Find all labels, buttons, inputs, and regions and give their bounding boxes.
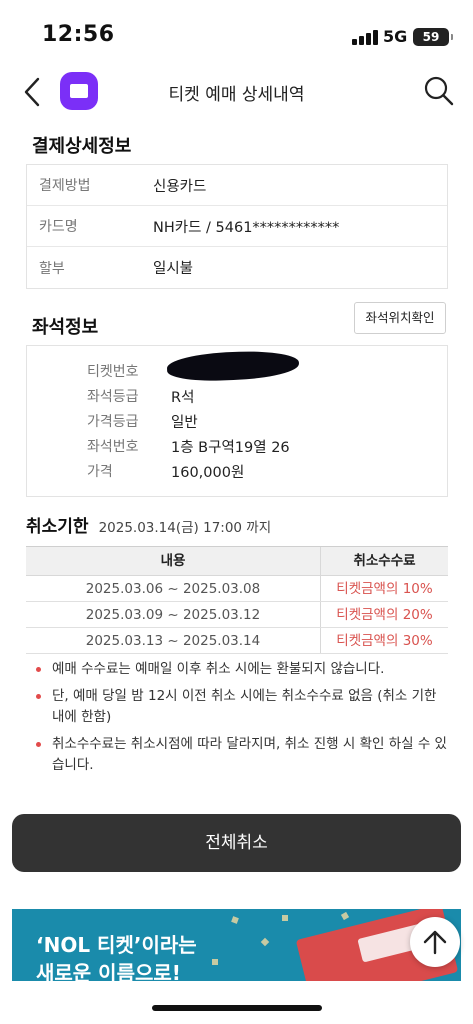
seat-row-price: 가격 160,000원 [27,459,244,483]
scroll-to-top-button[interactable] [410,917,460,967]
fee-table-header: 내용 취소수수료 [26,547,448,576]
payment-row-method: 결제방법 신용카드 [27,165,447,206]
fee-amount: 티켓금액의 20% [336,607,433,623]
seat-value: 일반 [171,414,198,431]
seat-row-ticket-number: 티켓번호 [27,359,171,383]
status-bar: 12:56 5G 59 [0,0,473,64]
fee-header-fee: 취소수수료 [353,553,416,569]
fee-period: 2025.03.09 ~ 2025.03.12 [26,602,321,627]
list-item: 예매 수수료는 예매일 이후 취소 시에는 환불되지 않습니다. [36,659,448,680]
list-item: 단, 예매 당일 밤 12시 이전 취소 시에는 취소수수료 없음 (취소 기한… [36,686,448,728]
seat-value: R석 [171,389,195,406]
list-item: 취소수수료는 취소시점에 따라 달라지며, 취소 진행 시 확인 하실 수 있습… [36,734,448,776]
fee-period: 2025.03.13 ~ 2025.03.14 [26,628,321,653]
fee-amount: 티켓금액의 30% [336,633,433,649]
battery-icon: 59 [413,28,453,46]
payment-table: 결제방법 신용카드 카드명 NH카드 / 5461************ 할부… [26,164,448,289]
cancel-heading: 취소기한 2025.03.14(금) 17:00 까지 [26,512,271,537]
signal-icon [352,29,378,45]
cancel-notes: 예매 수수료는 예매일 이후 취소 시에는 환불되지 않습니다. 단, 예매 당… [36,659,448,782]
payment-row-card: 카드명 NH카드 / 5461************ [27,206,447,247]
seat-row-grade: 좌석등급 R석 [27,384,194,408]
payment-label: 카드명 [39,219,78,235]
redaction-scribble [166,349,300,383]
fee-period: 2025.03.06 ~ 2025.03.08 [26,576,321,601]
payment-label: 결제방법 [39,178,91,194]
seat-label: 좌석번호 [87,439,139,455]
seat-row-seat-number: 좌석번호 1층 B구역19열 26 [27,434,290,458]
seat-value: 160,000원 [171,464,245,481]
banner-text-line: ‘NOL 티켓’이라는 [36,933,197,957]
fee-amount: 티켓금액의 10% [336,581,433,597]
seat-info-box: 티켓번호 좌석등급 R석 가격등급 일반 좌석번호 1층 B구역19열 26 가… [26,345,448,497]
payment-label: 할부 [39,260,65,277]
status-time: 12:56 [42,22,115,47]
promo-banner[interactable]: ‘NOL 티켓’이라는 새로운 이름으로! [12,909,461,981]
home-indicator[interactable] [152,1005,322,1011]
seat-label: 티켓번호 [87,364,139,380]
banner-text-line: 새로운 이름으로! [36,961,181,981]
seat-value: 1층 B구역19열 26 [171,439,290,456]
payment-row-installment: 할부 일시불 [27,247,447,288]
banner-text: ‘NOL 티켓’이라는 새로운 이름으로! [36,931,197,981]
seat-section-title: 좌석정보 [32,317,99,338]
search-icon[interactable] [422,74,456,108]
header: 티켓 예매 상세내역 [0,64,473,120]
cancel-deadline: 2025.03.14(금) 17:00 까지 [98,520,272,536]
page-title: 티켓 예매 상세내역 [168,85,305,105]
seat-location-button[interactable]: 좌석위치확인 [354,302,446,334]
network-label: 5G [383,27,408,46]
payment-value: 일시불 [153,261,194,277]
arrow-up-icon [423,930,447,955]
cancel-title: 취소기한 [26,517,89,537]
payment-section-title: 결제상세정보 [32,136,132,157]
seat-row-price-grade: 가격등급 일반 [27,409,198,433]
table-row: 2025.03.09 ~ 2025.03.12 티켓금액의 20% [26,602,448,628]
payment-value: NH카드 / 5461************ [153,219,340,236]
seat-label: 좌석등급 [87,389,139,405]
fee-header-period: 내용 [26,547,321,575]
cancel-all-button[interactable]: 전체취소 [12,814,461,872]
payment-value: 신용카드 [153,178,207,195]
seat-label: 가격등급 [87,414,139,430]
cancel-fee-table: 내용 취소수수료 2025.03.06 ~ 2025.03.08 티켓금액의 1… [26,546,448,654]
table-row: 2025.03.06 ~ 2025.03.08 티켓금액의 10% [26,576,448,602]
seat-label: 가격 [87,464,113,480]
table-row: 2025.03.13 ~ 2025.03.14 티켓금액의 30% [26,628,448,654]
